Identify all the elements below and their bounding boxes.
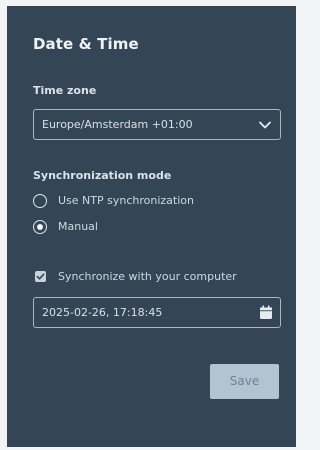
sync-computer-label: Synchronize with your computer [58,270,237,283]
calendar-icon[interactable] [259,305,273,320]
radio-manual-label: Manual [58,220,98,233]
timezone-value: Europe/Amsterdam +01:00 [42,118,193,131]
sync-mode-label: Synchronization mode [33,169,172,182]
panel-title: Date & Time [33,35,139,53]
datetime-input[interactable]: 2025-02-26, 17:18:45 [33,297,281,328]
datetime-value: 2025-02-26, 17:18:45 [42,306,163,319]
checkmark-icon [36,273,45,280]
chevron-down-icon [259,121,271,129]
timezone-label: Time zone [33,84,97,97]
sync-computer-checkbox[interactable] [35,271,46,282]
save-button[interactable]: Save [210,364,279,399]
radio-manual[interactable] [33,220,47,234]
date-time-panel: Date & Time Time zone Europe/Amsterdam +… [7,6,296,447]
radio-ntp[interactable] [33,194,47,208]
radio-ntp-label: Use NTP synchronization [58,194,194,207]
timezone-select[interactable]: Europe/Amsterdam +01:00 [33,109,281,140]
